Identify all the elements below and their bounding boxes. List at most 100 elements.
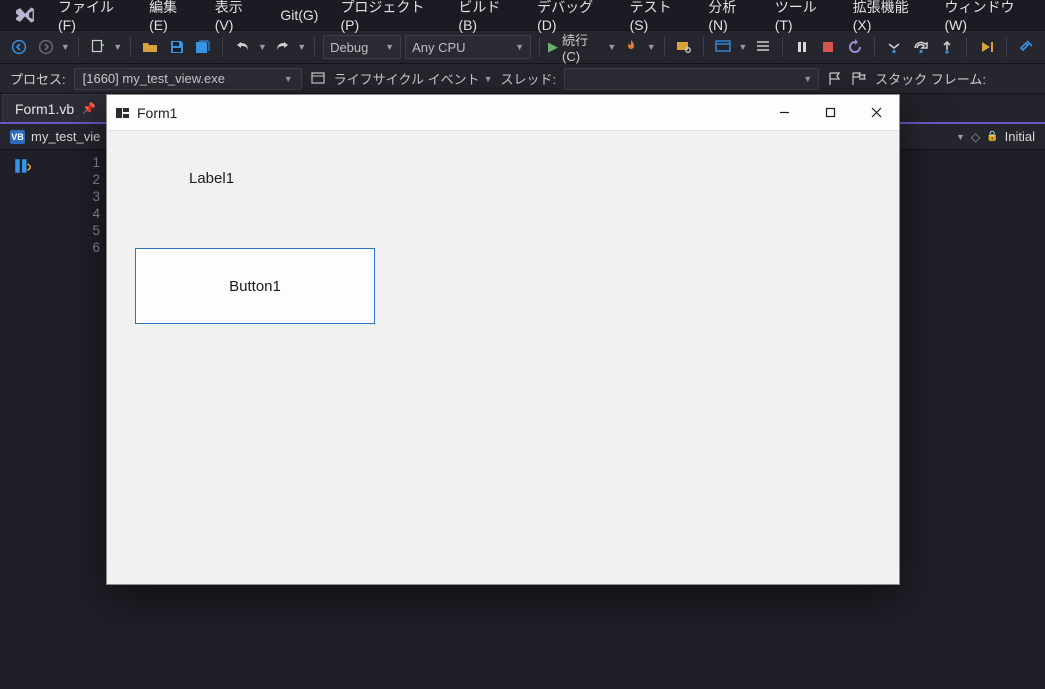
chevron-down-icon: ▼ [385, 42, 394, 52]
chevron-down-icon[interactable]: ▼ [647, 42, 656, 52]
play-icon: ▶ [548, 39, 558, 55]
editor-gutter [0, 150, 72, 689]
process-label: プロセス: [10, 69, 66, 88]
chevron-down-icon[interactable]: ▼ [738, 42, 747, 52]
chevron-down-icon: ▼ [607, 42, 616, 52]
nav-project-dropdown[interactable]: VB my_test_vie [0, 129, 110, 144]
form-title: Form1 [137, 105, 177, 121]
process-dropdown[interactable]: [1660] my_test_view.exe ▼ [74, 68, 302, 90]
new-item-icon[interactable] [87, 35, 109, 59]
menu-analyze[interactable]: 分析(N) [708, 0, 752, 33]
toolbar-separator [703, 37, 704, 57]
undo-icon[interactable] [231, 35, 253, 59]
line-number: 2 [72, 171, 100, 188]
chevron-down-icon[interactable]: ▼ [297, 42, 306, 52]
chevron-down-icon[interactable]: ▼ [61, 42, 70, 52]
menu-tools[interactable]: ツール(T) [775, 0, 831, 33]
menu-test[interactable]: テスト(S) [630, 0, 687, 33]
platform-dropdown[interactable]: Any CPU ▼ [405, 35, 531, 59]
list-icon[interactable] [751, 35, 773, 59]
toolbar-separator [314, 37, 315, 57]
menu-window[interactable]: ウィンドウ(W) [944, 0, 1031, 33]
nav-project-label: my_test_vie [31, 129, 100, 144]
close-button[interactable] [853, 95, 899, 131]
thread-dropdown[interactable]: ▼ [564, 68, 819, 90]
continue-label: 続行(C) [562, 30, 601, 64]
stackframe-label: スタック フレーム: [875, 69, 986, 88]
platform-value: Any CPU [412, 40, 465, 55]
thread-label: スレッド: [501, 69, 557, 88]
config-value: Debug [330, 40, 368, 55]
process-value: [1660] my_test_view.exe [83, 71, 225, 86]
flag-icon[interactable] [827, 71, 843, 87]
nav-back-icon[interactable] [8, 35, 30, 59]
flags-icon[interactable] [851, 71, 867, 87]
toolbar-separator [78, 37, 79, 57]
vs-logo-icon [14, 4, 36, 26]
config-dropdown[interactable]: Debug ▼ [323, 35, 401, 59]
chevron-down-icon[interactable]: ▼ [956, 132, 965, 142]
line-number: 5 [72, 222, 100, 239]
save-all-icon[interactable] [192, 35, 214, 59]
continue-button[interactable]: ▶ 続行(C) ▼ [548, 30, 616, 64]
lock-icon: 🔒 [986, 131, 998, 142]
find-in-files-icon[interactable] [673, 35, 695, 59]
menu-extensions[interactable]: 拡張機能(X) [853, 0, 923, 33]
form-client-area[interactable]: Label1 Button1 [107, 131, 899, 584]
step-into-icon[interactable] [883, 35, 905, 59]
toolbar-separator [966, 37, 967, 57]
save-icon[interactable] [166, 35, 188, 59]
lifecycle-label: ライフサイクル イベント [334, 69, 480, 88]
menu-view[interactable]: 表示(V) [215, 0, 259, 33]
system-buttons [761, 95, 899, 131]
pause-icon[interactable] [791, 35, 813, 59]
step-over-icon[interactable] [909, 35, 931, 59]
menu-debug[interactable]: デバッグ(D) [537, 0, 608, 33]
vb-project-icon: VB [10, 130, 25, 144]
nav-fwd-icon[interactable] [34, 35, 56, 59]
menubar: ファイル(F) 編集(E) 表示(V) Git(G) プロジェクト(P) ビルド… [0, 0, 1045, 30]
menu-git[interactable]: Git(G) [280, 7, 318, 23]
line-number: 3 [72, 188, 100, 205]
button1[interactable]: Button1 [135, 248, 375, 324]
toolbar-separator [664, 37, 665, 57]
chevron-down-icon: ▼ [284, 74, 293, 84]
chevron-down-icon[interactable]: ▼ [113, 42, 122, 52]
step-out-icon[interactable] [936, 35, 958, 59]
document-tab-form1[interactable]: Form1.vb 📌 [2, 94, 109, 122]
menu-build[interactable]: ビルド(B) [458, 0, 515, 33]
next-statement-icon[interactable] [975, 35, 997, 59]
form-app-icon [115, 105, 131, 121]
menu-file[interactable]: ファイル(F) [58, 0, 127, 33]
menu-edit[interactable]: 編集(E) [149, 0, 193, 33]
toolbar-main: ▼ ▼ ▼ ▼ Debug ▼ Any CPU ▼ ▶ 続行(C) ▼ ▼ ▼ [0, 30, 1045, 64]
hot-reload-icon[interactable] [620, 35, 642, 59]
line-numbers: 1 2 3 4 5 6 [72, 150, 100, 689]
chevron-down-icon[interactable]: ▼ [258, 42, 267, 52]
form-titlebar[interactable]: Form1 [107, 95, 899, 131]
chevron-down-icon: ▼ [484, 74, 493, 84]
open-file-icon[interactable] [139, 35, 161, 59]
redo-icon[interactable] [271, 35, 293, 59]
live-share-icon[interactable] [1015, 35, 1037, 59]
toolbar-separator [130, 37, 131, 57]
nav-member-label[interactable]: Initial [1005, 129, 1035, 144]
button1-text: Button1 [229, 278, 281, 295]
lifecycle-dropdown[interactable]: ライフサイクル イベント ▼ [334, 69, 493, 88]
lifecycle-icon[interactable] [310, 71, 326, 87]
menu-project[interactable]: プロジェクト(P) [340, 0, 436, 33]
stop-icon[interactable] [817, 35, 839, 59]
minimize-button[interactable] [761, 95, 807, 131]
layout-icon[interactable] [712, 35, 734, 59]
maximize-button[interactable] [807, 95, 853, 131]
pin-icon[interactable]: 📌 [82, 102, 96, 115]
tracking-icon[interactable] [10, 156, 34, 176]
running-form-window[interactable]: Form1 Label1 Button1 [106, 94, 900, 585]
restart-icon[interactable] [844, 35, 866, 59]
line-number: 1 [72, 154, 100, 171]
member-icon: ◇ [971, 130, 980, 144]
tab-label: Form1.vb [15, 101, 74, 117]
toolbar-separator [539, 37, 540, 57]
chevron-down-icon: ▼ [515, 42, 524, 52]
toolbar-separator [222, 37, 223, 57]
